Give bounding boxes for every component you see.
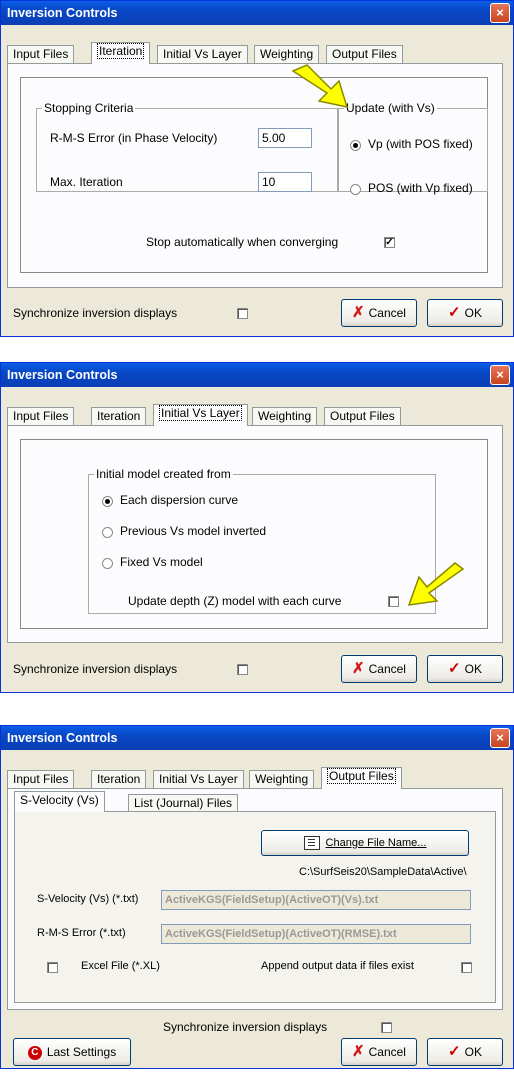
synchronize-checkbox[interactable] <box>237 308 248 319</box>
tab-weighting[interactable]: Weighting <box>252 407 318 425</box>
ok-button[interactable]: ✓ OK <box>427 299 503 327</box>
tab-panel: S-Velocity (Vs) List (Journal) Files Cha… <box>7 788 503 1010</box>
tab-iteration[interactable]: Iteration <box>91 407 147 425</box>
dialog-output-files: Inversion Controls × Input Files Iterati… <box>0 725 514 1069</box>
last-settings-icon: C <box>27 1045 42 1060</box>
initial-model-label: Initial model created from <box>94 467 233 481</box>
tab-iteration[interactable]: Iteration <box>91 42 151 64</box>
pos-radio-label[interactable]: POS (with Vp fixed) <box>368 181 473 195</box>
update-label: Update (with Vs) <box>344 101 437 115</box>
vp-radio-label[interactable]: Vp (with POS fixed) <box>368 137 473 151</box>
previous-model-label[interactable]: Previous Vs model inverted <box>120 524 266 538</box>
pos-radio[interactable] <box>350 184 361 195</box>
window-title: Inversion Controls <box>7 6 118 20</box>
fixed-model-label[interactable]: Fixed Vs model <box>120 555 203 569</box>
previous-model-radio[interactable] <box>102 527 113 538</box>
last-settings-button[interactable]: C Last Settings <box>13 1038 131 1066</box>
ok-button[interactable]: ✓ OK <box>427 1038 503 1066</box>
synchronize-label[interactable]: Synchronize inversion displays <box>13 662 177 676</box>
check-icon: ✓ <box>448 304 461 321</box>
dialog-iteration: Inversion Controls × Input Files Iterati… <box>0 0 514 337</box>
synchronize-checkbox[interactable] <box>381 1022 392 1033</box>
synchronize-checkbox[interactable] <box>237 664 248 675</box>
close-button[interactable]: × <box>490 728 510 748</box>
window-title: Inversion Controls <box>7 368 118 382</box>
cancel-button[interactable]: ✗ Cancel <box>341 299 417 327</box>
cancel-icon: ✗ <box>352 1043 365 1060</box>
close-button[interactable]: × <box>490 3 510 23</box>
update-depth-checkbox[interactable] <box>388 596 399 607</box>
subtab-list-files[interactable]: List (Journal) Files <box>128 794 239 812</box>
stop-automatically-label[interactable]: Stop automatically when converging <box>146 235 338 249</box>
rms-error-file-input[interactable]: ActiveKGS(FieldSetup)(ActiveOT)(RMSE).tx… <box>161 924 471 944</box>
rms-error-label: R-M-S Error (in Phase Velocity) <box>50 131 218 145</box>
s-velocity-file-label: S-Velocity (Vs) (*.txt) <box>37 893 139 905</box>
tab-initial-vs-layer[interactable]: Initial Vs Layer <box>153 770 244 788</box>
vp-radio[interactable] <box>350 140 361 151</box>
stopping-criteria-label: Stopping Criteria <box>42 101 136 115</box>
tab-output-files[interactable]: Output Files <box>326 45 403 63</box>
rms-error-input[interactable]: 5.00 <box>258 128 312 148</box>
title-bar[interactable]: Inversion Controls <box>1 363 513 387</box>
tab-input-files[interactable]: Input Files <box>7 407 75 425</box>
tab-iteration[interactable]: Iteration <box>91 770 147 788</box>
change-file-name-button[interactable]: Change File Name... <box>261 830 469 856</box>
tab-weighting[interactable]: Weighting <box>254 45 320 63</box>
max-iteration-label: Max. Iteration <box>50 175 123 189</box>
update-depth-label[interactable]: Update depth (Z) model with each curve <box>128 594 341 608</box>
dialog-initial-vs-layer: Inversion Controls × Input Files Iterati… <box>0 362 514 693</box>
fixed-model-radio[interactable] <box>102 558 113 569</box>
stop-automatically-checkbox[interactable]: ✓ <box>384 237 395 248</box>
synchronize-label[interactable]: Synchronize inversion displays <box>163 1020 327 1034</box>
cancel-button[interactable]: ✗ Cancel <box>341 1038 417 1066</box>
tab-input-files[interactable]: Input Files <box>7 770 75 788</box>
subtab-panel: Change File Name... C:\SurfSeis20\Sample… <box>14 811 496 1003</box>
max-iteration-input[interactable]: 10 <box>258 172 312 192</box>
s-velocity-file-input[interactable]: ActiveKGS(FieldSetup)(ActiveOT)(Vs).txt <box>161 890 471 910</box>
tab-initial-vs-layer[interactable]: Initial Vs Layer <box>157 45 248 63</box>
ok-button[interactable]: ✓ OK <box>427 655 503 683</box>
file-icon <box>303 836 320 851</box>
yellow-arrow-icon <box>291 64 349 109</box>
append-label[interactable]: Append output data if files exist <box>261 960 414 972</box>
yellow-arrow-icon <box>407 562 465 606</box>
tab-initial-vs-layer[interactable]: Initial Vs Layer <box>153 404 248 426</box>
excel-label[interactable]: Excel File (*.XL) <box>81 960 160 972</box>
rms-error-file-label: R-M-S Error (*.txt) <box>37 927 126 939</box>
tab-output-files[interactable]: Output Files <box>321 767 402 789</box>
cancel-icon: ✗ <box>352 304 365 321</box>
append-checkbox[interactable] <box>461 962 472 973</box>
synchronize-label[interactable]: Synchronize inversion displays <box>13 306 177 320</box>
subtab-s-velocity[interactable]: S-Velocity (Vs) <box>14 791 105 812</box>
tab-panel: Stopping Criteria R-M-S Error (in Phase … <box>7 63 503 288</box>
tab-weighting[interactable]: Weighting <box>249 770 315 788</box>
tab-input-files[interactable]: Input Files <box>7 45 75 63</box>
excel-checkbox[interactable] <box>47 962 58 973</box>
output-path: C:\SurfSeis20\SampleData\Active\ <box>299 866 467 878</box>
title-bar[interactable]: Inversion Controls <box>1 726 513 750</box>
cancel-button[interactable]: ✗ Cancel <box>341 655 417 683</box>
tab-output-files[interactable]: Output Files <box>324 407 401 425</box>
window-title: Inversion Controls <box>7 731 118 745</box>
check-icon: ✓ <box>448 660 461 677</box>
check-icon: ✓ <box>448 1043 461 1060</box>
title-bar[interactable]: Inversion Controls <box>1 1 513 25</box>
each-curve-label[interactable]: Each dispersion curve <box>120 493 238 507</box>
cancel-icon: ✗ <box>352 660 365 677</box>
close-button[interactable]: × <box>490 365 510 385</box>
each-curve-radio[interactable] <box>102 496 113 507</box>
